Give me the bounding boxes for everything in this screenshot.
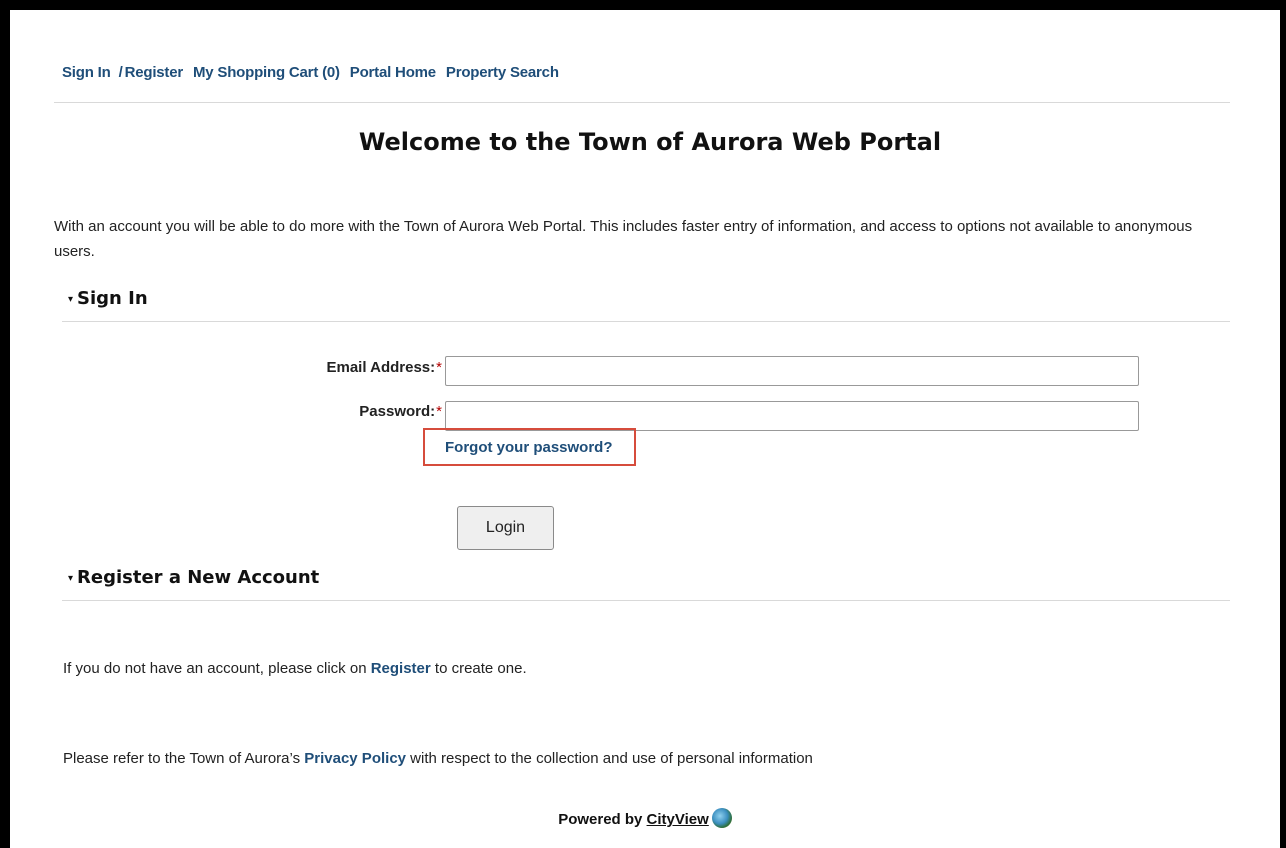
top-navigation: Sign In / Register My Shopping Cart (0) Po… — [62, 64, 565, 81]
sign-in-heading: Sign In — [77, 288, 148, 309]
privacy-policy-link[interactable]: Privacy Policy — [304, 750, 406, 767]
sign-in-section-header[interactable]: ▾ Sign In — [68, 288, 148, 309]
register-link[interactable]: Register — [371, 660, 431, 677]
nav-shopping-cart-link[interactable]: My Shopping Cart (0) — [193, 64, 340, 81]
powered-by-text: Powered by — [558, 811, 647, 828]
portal-page: Sign In / Register My Shopping Cart (0) Po… — [10, 10, 1280, 848]
email-label-text: Email Address: — [326, 359, 436, 376]
register-section-header[interactable]: ▾ Register a New Account — [68, 567, 319, 588]
cityview-globe-icon — [711, 808, 732, 828]
sign-in-divider — [62, 321, 1230, 322]
privacy-note-text: Please refer to the Town of Aurora’s — [63, 750, 305, 767]
intro-text: With an account you will be able to do m… — [54, 218, 1193, 260]
nav-portal-home-link[interactable]: Portal Home — [350, 64, 436, 81]
login-button[interactable]: Login — [457, 506, 554, 550]
privacy-note: Please refer to the Town of Aurora’s Pri… — [63, 750, 813, 767]
email-label: Email Address:* — [22, 359, 443, 376]
required-marker: * — [436, 359, 442, 376]
powered-by-footer: Powered by CityView — [10, 808, 1280, 828]
register-note: If you do not have an account, please cl… — [63, 660, 527, 677]
nav-separator: / — [118, 64, 123, 81]
collapse-caret-icon: ▾ — [68, 572, 74, 584]
privacy-note-text-end: with respect to the collection and use o… — [406, 750, 813, 767]
password-field[interactable] — [445, 401, 1139, 431]
register-note-text: If you do not have an account, please cl… — [63, 660, 371, 677]
password-label: Password:* — [22, 403, 442, 420]
cityview-link[interactable]: CityView — [647, 811, 709, 828]
nav-sign-in-link[interactable]: Sign In — [62, 64, 111, 81]
password-label-text: Password: — [359, 403, 436, 420]
nav-property-search-link[interactable]: Property Search — [446, 64, 559, 81]
register-note-text-end: to create one. — [430, 660, 527, 677]
register-heading: Register a New Account — [77, 567, 320, 588]
register-divider — [62, 600, 1230, 601]
nav-register-link[interactable]: Register — [125, 64, 184, 81]
email-field[interactable] — [445, 356, 1139, 386]
forgot-password-link[interactable]: Forgot your password? — [445, 439, 613, 456]
page-title: Welcome to the Town of Aurora Web Portal — [358, 128, 942, 156]
collapse-caret-icon: ▾ — [68, 293, 74, 305]
nav-divider — [54, 102, 1230, 103]
required-marker: * — [436, 403, 442, 420]
